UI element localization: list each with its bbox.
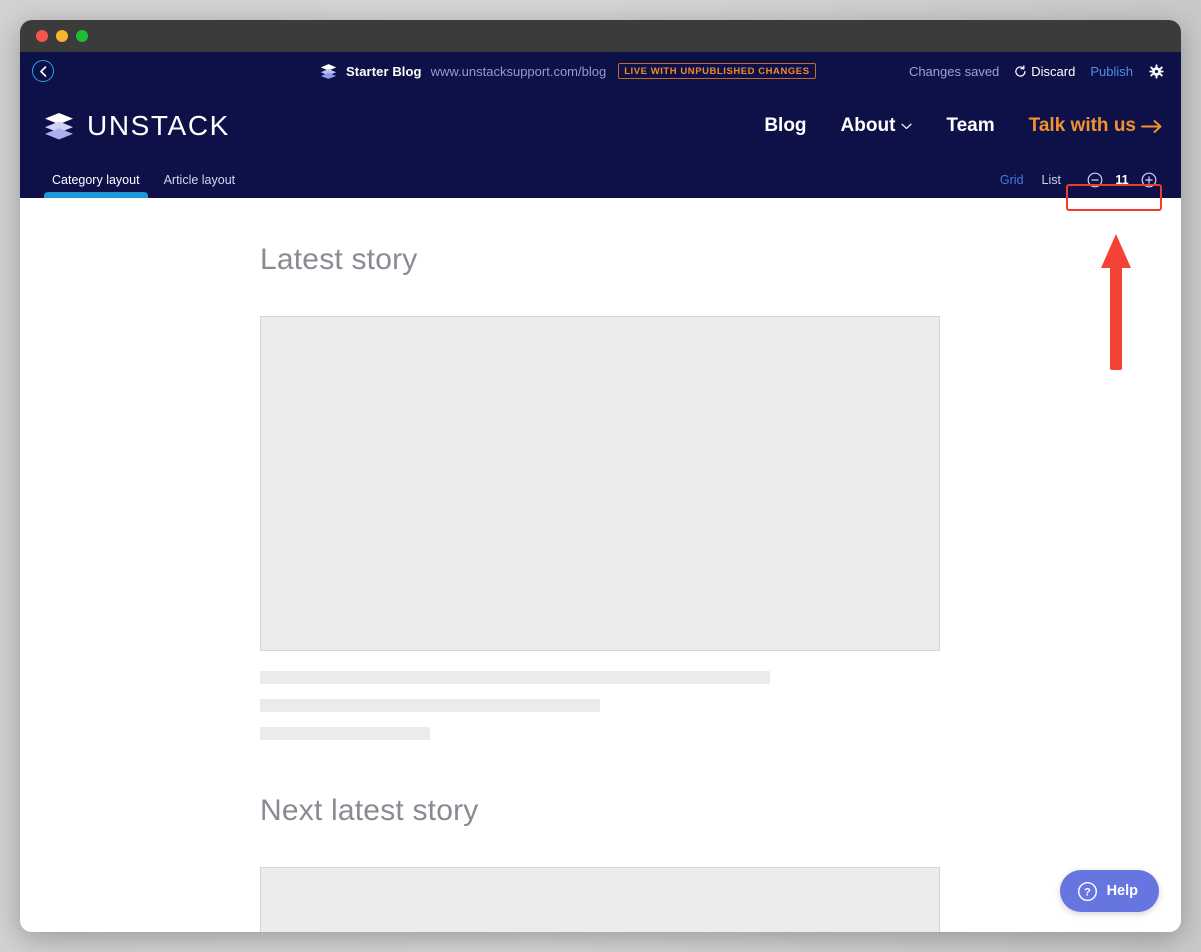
tab-category-layout[interactable]: Category layout — [44, 162, 148, 198]
story-image-placeholder[interactable] — [260, 867, 940, 932]
window-minimize-button[interactable] — [56, 30, 68, 42]
toolbar-right-group: Grid List 11 — [1000, 169, 1165, 191]
site-info-group: Starter Blog www.unstacksupport.com/blog… — [320, 52, 816, 90]
save-status-text: Changes saved — [908, 63, 1000, 79]
svg-text:?: ? — [1084, 886, 1091, 898]
layout-tab-group: Category layout Article layout — [44, 162, 236, 198]
skeleton-line — [260, 671, 770, 684]
desktop-background: Starter Blog www.unstacksupport.com/blog… — [0, 0, 1201, 952]
editor-top-bar: Starter Blog www.unstacksupport.com/blog… — [20, 52, 1181, 90]
nav-item-blog-label: Blog — [764, 115, 807, 136]
browser-window: Starter Blog www.unstacksupport.com/blog… — [20, 20, 1181, 932]
undo-arrow-icon — [1015, 64, 1026, 77]
nav-item-about-label: About — [840, 115, 896, 136]
discard-label: Discard — [1031, 63, 1076, 79]
plus-circle-icon[interactable] — [1141, 172, 1157, 188]
nav-item-about[interactable]: About — [841, 115, 913, 137]
chevron-down-icon — [901, 123, 913, 129]
preview-canvas: Latest story Next latest story ? Help — [20, 198, 1181, 932]
skeleton-line — [260, 727, 430, 740]
nav-cta-label: Talk with us — [1028, 115, 1136, 136]
site-preview-header: UNSTACK Blog About Team Talk with us — [20, 90, 1181, 162]
story-title: Next latest story — [260, 794, 479, 827]
minus-circle-icon[interactable] — [1087, 172, 1103, 188]
brand-text: UNSTACK — [87, 110, 230, 141]
editor-actions: Changes saved Discard Publish — [909, 63, 1165, 80]
status-badge: LIVE WITH UNPUBLISHED CHANGES — [618, 62, 816, 80]
zoom-stepper: 11 — [1079, 169, 1165, 191]
chevron-left-icon — [39, 65, 46, 77]
gear-icon[interactable] — [1148, 63, 1165, 80]
story-image-placeholder[interactable] — [260, 316, 940, 651]
window-titlebar — [20, 20, 1181, 52]
site-nav: Blog About Team Talk with us — [764, 115, 1163, 137]
nav-item-blog[interactable]: Blog — [764, 115, 806, 137]
zoom-value: 11 — [1115, 173, 1129, 187]
publish-button[interactable]: Publish — [1090, 64, 1133, 79]
window-maximize-button[interactable] — [76, 30, 88, 42]
site-url: www.unstacksupport.com/blog — [430, 63, 607, 79]
layers-stack-icon — [45, 112, 73, 139]
arrow-right-icon — [1141, 119, 1162, 133]
question-circle-icon: ? — [1077, 881, 1097, 901]
story-section-next-latest: Next latest story — [20, 740, 1181, 932]
view-toggle-grid[interactable]: Grid — [1000, 173, 1024, 187]
back-button[interactable] — [32, 60, 54, 82]
story-section-latest: Latest story — [20, 198, 1181, 740]
editor-toolbar: Category layout Article layout Grid List… — [20, 162, 1181, 198]
discard-button[interactable]: Discard — [1014, 64, 1075, 79]
window-close-button[interactable] — [36, 30, 48, 42]
site-name: Starter Blog — [346, 63, 422, 79]
help-label: Help — [1106, 883, 1138, 899]
story-title: Latest story — [260, 243, 418, 276]
brand-logo[interactable]: UNSTACK — [44, 110, 230, 142]
help-button[interactable]: ? Help — [1059, 870, 1159, 912]
nav-item-team-label: Team — [946, 115, 995, 136]
tab-article-layout[interactable]: Article layout — [164, 162, 236, 198]
nav-item-team[interactable]: Team — [946, 115, 994, 137]
skeleton-line — [260, 699, 600, 712]
nav-cta-talk-with-us[interactable]: Talk with us — [1029, 115, 1163, 137]
site-logo-icon — [320, 63, 337, 79]
view-toggle-list[interactable]: List — [1042, 173, 1061, 187]
